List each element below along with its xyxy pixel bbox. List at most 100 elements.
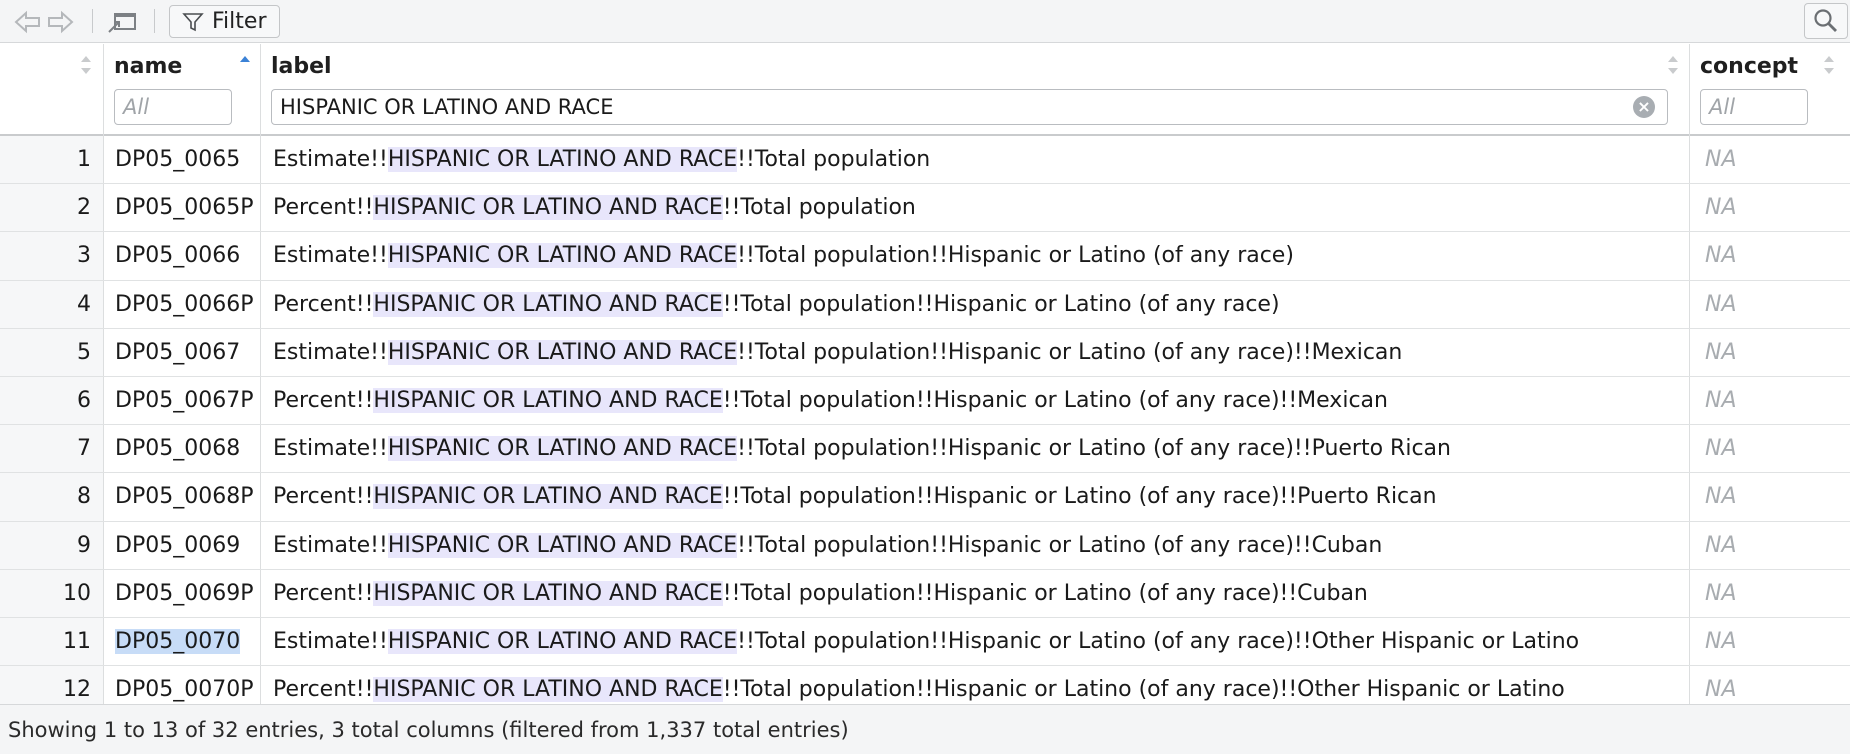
- sort-icon[interactable]: [1823, 54, 1835, 76]
- name-value: DP05_0067: [115, 339, 241, 365]
- cell-name[interactable]: DP05_0069: [104, 521, 261, 569]
- column-header-label[interactable]: label HISPANIC OR LATINO AND RACE ×: [261, 44, 1690, 136]
- concept-value: NA: [1705, 339, 1737, 365]
- cell-concept[interactable]: NA: [1690, 281, 1850, 328]
- name-value: DP05_0069P: [115, 580, 254, 606]
- cell-name[interactable]: DP05_0068P: [104, 473, 261, 521]
- name-value: DP05_0066: [115, 243, 241, 269]
- search-highlight: HISPANIC OR LATINO AND RACE: [373, 388, 723, 414]
- column-header-concept[interactable]: concept All: [1690, 44, 1850, 136]
- table-row[interactable]: 5 DP05_0067 Estimate!! HISPANIC OR LATINO A…: [0, 328, 1850, 377]
- cell-label[interactable]: Percent!! HISPANIC OR LATINO AND RACE !!To…: [261, 473, 1690, 521]
- cell-label[interactable]: Percent!! HISPANIC OR LATINO AND RACE !!To…: [261, 280, 1690, 328]
- cell-name[interactable]: DP05_0066: [104, 232, 261, 280]
- clear-filter-icon[interactable]: ×: [1633, 96, 1655, 118]
- cell-concept[interactable]: NA: [1690, 473, 1850, 520]
- table-row[interactable]: 4 DP05_0066P Percent!! HISPANIC OR LATINO A…: [0, 280, 1850, 329]
- table-row[interactable]: 6 DP05_0067P Percent!! HISPANIC OR LATINO A…: [0, 376, 1850, 426]
- row-number: 4: [0, 280, 104, 328]
- cell-label[interactable]: Percent!! HISPANIC OR LATINO AND RACE !!To…: [261, 376, 1690, 425]
- row-number-text: 1: [77, 147, 91, 173]
- cell-label[interactable]: Percent!! HISPANIC OR LATINO AND RACE !!To…: [261, 569, 1690, 617]
- label-prefix: Percent!!: [273, 484, 374, 510]
- cell-concept[interactable]: NA: [1690, 329, 1850, 376]
- search-highlight: HISPANIC OR LATINO AND RACE: [373, 484, 723, 510]
- table-row[interactable]: 3 DP05_0066 Estimate!! HISPANIC OR LATINO A…: [0, 232, 1850, 281]
- cell-concept[interactable]: NA: [1690, 618, 1850, 665]
- table-row[interactable]: 8 DP05_0068P Percent!! HISPANIC OR LATINO A…: [0, 473, 1850, 522]
- table-row[interactable]: 2 DP05_0065P Percent!! HISPANIC OR LATINO A…: [0, 184, 1850, 233]
- row-number-text: 10: [63, 580, 91, 606]
- table-row[interactable]: 12 DP05_0070P Percent!! HISPANIC OR LATINO …: [0, 666, 1850, 704]
- popout-window-icon[interactable]: [106, 8, 136, 36]
- cell-concept[interactable]: NA: [1690, 522, 1850, 569]
- cell-name[interactable]: DP05_0066P: [104, 280, 261, 328]
- sort-icon[interactable]: [80, 54, 92, 76]
- concept-value: NA: [1705, 195, 1737, 221]
- cell-name[interactable]: DP05_0070P: [104, 666, 261, 704]
- cell-label[interactable]: Estimate!! HISPANIC OR LATINO AND RACE !!T…: [261, 136, 1690, 184]
- cell-name[interactable]: DP05_0068: [104, 425, 261, 473]
- cell-label[interactable]: Estimate!! HISPANIC OR LATINO AND RACE !!T…: [261, 617, 1690, 666]
- row-number-text: 6: [77, 388, 91, 414]
- cell-name[interactable]: DP05_0070: [104, 617, 261, 666]
- table-row[interactable]: 9 DP05_0069 Estimate!! HISPANIC OR LATINO A…: [0, 521, 1850, 570]
- name-value: DP05_0065P: [115, 195, 254, 221]
- row-number-text: 5: [77, 339, 91, 365]
- toolbar-separator: [154, 9, 155, 33]
- toolbar-separator: [92, 9, 93, 33]
- label-suffix: !!Total population!!Hispanic or Latino (…: [722, 484, 1437, 510]
- table-row[interactable]: 10 DP05_0069P Percent!! HISPANIC OR LATINO …: [0, 569, 1850, 618]
- cell-concept[interactable]: NA: [1690, 377, 1850, 424]
- cell-label[interactable]: Estimate!! HISPANIC OR LATINO AND RACE !!T…: [261, 328, 1690, 376]
- cell-concept[interactable]: NA: [1690, 425, 1850, 472]
- cell-label[interactable]: Estimate!! HISPANIC OR LATINO AND RACE !!T…: [261, 521, 1690, 569]
- cell-concept[interactable]: NA: [1690, 184, 1850, 231]
- concept-filter-input[interactable]: All: [1700, 89, 1808, 125]
- cell-name[interactable]: DP05_0067: [104, 328, 261, 376]
- cell-name[interactable]: DP05_0067P: [104, 376, 261, 425]
- row-number-text: 9: [77, 532, 91, 558]
- name-filter-input[interactable]: All: [114, 89, 232, 125]
- row-number-text: 2: [77, 195, 91, 221]
- label-suffix: !!Total population!!Hispanic or Latino (…: [737, 628, 1580, 654]
- sort-ascending-icon[interactable]: [239, 54, 251, 76]
- cell-label[interactable]: Estimate!! HISPANIC OR LATINO AND RACE !!T…: [261, 425, 1690, 473]
- label-suffix: !!Total population!!Hispanic or Latino (…: [722, 580, 1368, 606]
- label-prefix: Estimate!!: [273, 339, 388, 365]
- cell-label[interactable]: Percent!! HISPANIC OR LATINO AND RACE !!To…: [261, 184, 1690, 232]
- row-number: 6: [0, 376, 104, 425]
- row-number: 3: [0, 232, 104, 280]
- column-header-name[interactable]: name All: [104, 44, 261, 136]
- label-suffix: !!Total population!!Hispanic or Latino (…: [737, 243, 1294, 269]
- cell-name[interactable]: DP05_0065P: [104, 184, 261, 232]
- cell-label[interactable]: Percent!! HISPANIC OR LATINO AND RACE !!To…: [261, 666, 1690, 704]
- funnel-icon: [182, 12, 204, 31]
- name-value: DP05_0070P: [115, 677, 254, 703]
- search-highlight: HISPANIC OR LATINO AND RACE: [387, 628, 738, 654]
- sort-icon[interactable]: [1667, 54, 1679, 76]
- cell-concept[interactable]: NA: [1690, 666, 1850, 704]
- cell-label[interactable]: Estimate!! HISPANIC OR LATINO AND RACE !!T…: [261, 232, 1690, 280]
- status-bar: Showing 1 to 13 of 32 entries, 3 total c…: [0, 704, 1850, 754]
- cell-concept[interactable]: NA: [1690, 570, 1850, 617]
- cell-name[interactable]: DP05_0065: [104, 136, 261, 184]
- row-number-text: 7: [77, 436, 91, 462]
- table-row[interactable]: 11 DP05_0070 Estimate!! HISPANIC OR LATINO …: [0, 617, 1850, 667]
- search-button[interactable]: [1804, 3, 1848, 39]
- cell-concept[interactable]: NA: [1690, 232, 1850, 279]
- arrow-left-icon[interactable]: [12, 8, 42, 36]
- table-row[interactable]: 7 DP05_0068 Estimate!! HISPANIC OR LATINO A…: [0, 425, 1850, 474]
- cell-concept[interactable]: NA: [1690, 136, 1850, 183]
- search-highlight: HISPANIC OR LATINO AND RACE: [387, 147, 738, 173]
- search-highlight: HISPANIC OR LATINO AND RACE: [387, 532, 738, 558]
- column-title-concept: concept: [1700, 54, 1799, 79]
- label-filter-input[interactable]: HISPANIC OR LATINO AND RACE ×: [271, 89, 1668, 125]
- filter-button[interactable]: Filter: [169, 5, 280, 38]
- table-body: 1 DP05_0065 Estimate!! HISPANIC OR LATINO A…: [0, 136, 1850, 704]
- table-row[interactable]: 1 DP05_0065 Estimate!! HISPANIC OR LATINO A…: [0, 136, 1850, 185]
- label-prefix: Estimate!!: [273, 243, 388, 269]
- cell-name[interactable]: DP05_0069P: [104, 569, 261, 617]
- arrow-right-icon[interactable]: [46, 8, 76, 36]
- concept-value: NA: [1705, 628, 1737, 654]
